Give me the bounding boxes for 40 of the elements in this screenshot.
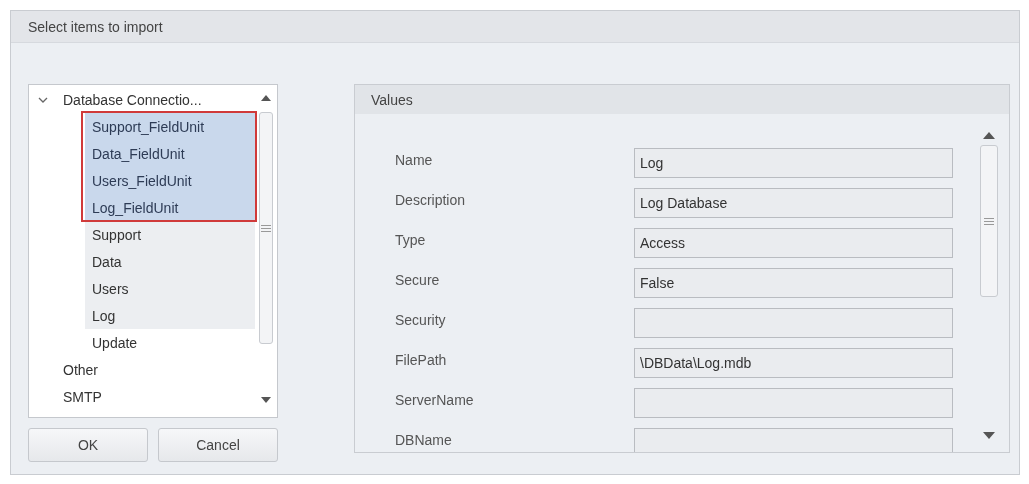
scrollbar-thumb[interactable] — [980, 145, 998, 297]
scroll-down-icon[interactable] — [982, 431, 996, 440]
scrollbar-thumb[interactable] — [259, 112, 273, 344]
tree-item[interactable]: Data — [85, 248, 255, 275]
window-title: Select items to import — [28, 18, 163, 35]
field-label: Secure — [395, 271, 441, 288]
field-label: FilePath — [395, 351, 448, 368]
grip-icon — [984, 217, 994, 225]
panel-title: Values — [371, 91, 413, 108]
tree-item[interactable]: Log_FieldUnit — [85, 194, 255, 221]
tree-item[interactable]: Log — [85, 302, 255, 329]
input-field[interactable]: Log — [634, 148, 953, 178]
tree-item[interactable]: Support — [85, 221, 255, 248]
dialog-button[interactable]: OK — [28, 428, 148, 462]
field-label: Security — [395, 311, 447, 328]
field-label: ServerName — [395, 391, 475, 408]
input-field[interactable] — [634, 388, 953, 418]
tree-item[interactable]: Update — [85, 329, 255, 356]
tree-item[interactable]: Database Connectio... — [29, 86, 255, 113]
scroll-up-icon[interactable] — [260, 94, 272, 102]
field-label: Description — [395, 191, 467, 208]
tree-item[interactable]: SMTP — [29, 383, 255, 410]
tree-item[interactable]: Other — [29, 356, 255, 383]
input-field[interactable]: Access — [634, 228, 953, 258]
input-field[interactable]: Log Database — [634, 188, 953, 218]
tree-item[interactable]: Data_FieldUnit — [85, 140, 255, 167]
field-label: Name — [395, 151, 434, 168]
input-field[interactable] — [634, 428, 953, 452]
input-field[interactable] — [634, 308, 953, 338]
input-field[interactable]: False — [634, 268, 953, 298]
scroll-down-icon[interactable] — [260, 396, 272, 404]
field-label: Type — [395, 231, 427, 248]
input-field[interactable]: \DBData\Log.mdb — [634, 348, 953, 378]
scroll-up-icon[interactable] — [982, 131, 996, 140]
tree-item[interactable]: Users — [85, 275, 255, 302]
field-label: DBName — [395, 431, 453, 448]
dialog-button[interactable]: Cancel — [158, 428, 278, 462]
tree-item[interactable]: Support_FieldUnit — [85, 113, 255, 140]
grip-icon — [261, 224, 271, 232]
tree-item[interactable]: Users_FieldUnit — [85, 167, 255, 194]
